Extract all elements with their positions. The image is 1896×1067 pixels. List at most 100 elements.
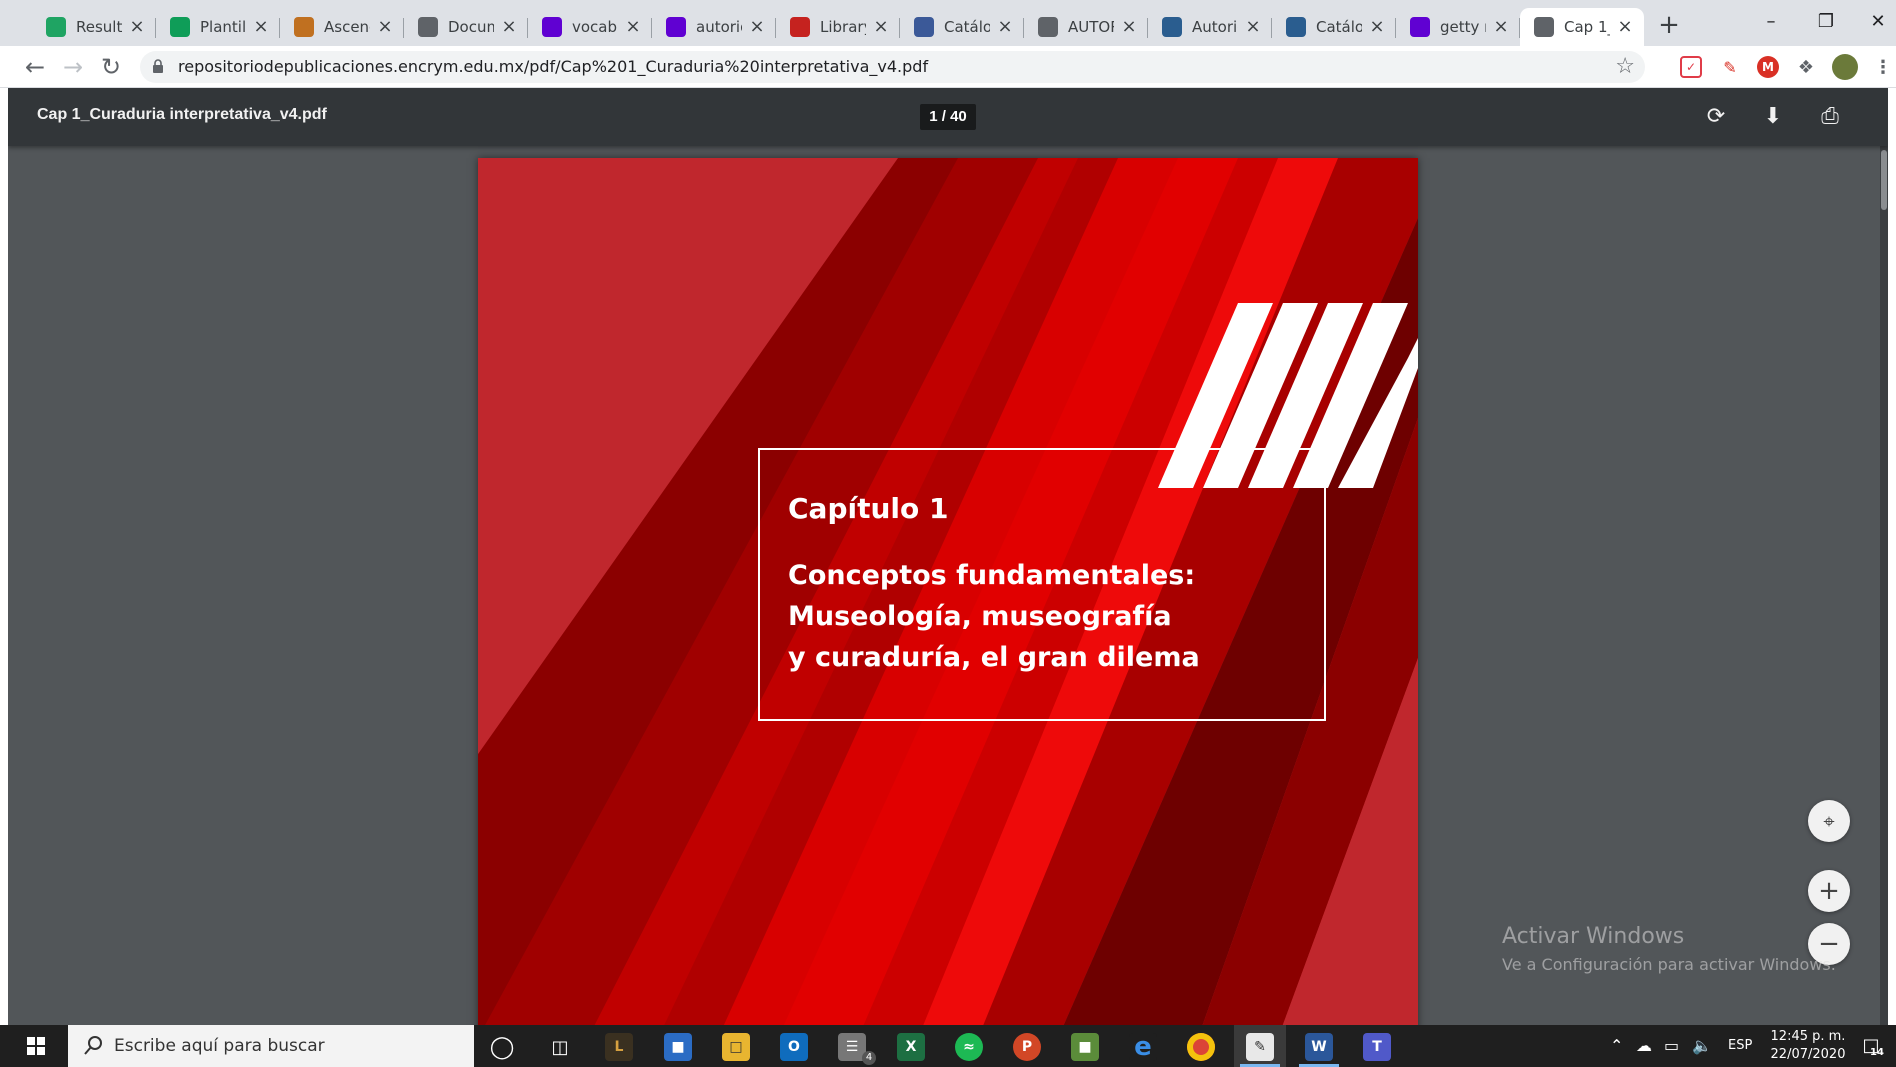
page-indicator[interactable]: 1 / 40 [920,104,976,130]
mega-extension-icon[interactable]: M [1757,56,1779,78]
browser-tab[interactable]: Cap 1_C × [1520,8,1644,46]
browser-tab[interactable]: Library × [776,8,900,46]
browser-tab[interactable]: AUTOR × [1024,8,1148,46]
zoom-in-button[interactable]: + [1808,870,1850,912]
tab-close-icon[interactable]: × [1120,18,1138,36]
pdf-page: Capítulo 1 Conceptos fundamentales: Muse… [478,158,1418,1025]
new-tab-button[interactable]: + [1654,11,1684,41]
tab-close-icon[interactable]: × [500,18,518,36]
pocket-extension-icon[interactable]: ✓ [1680,56,1702,78]
pdf-viewer: Cap 1_Curaduria interpretativa_v4.pdf 1 … [8,88,1888,1025]
address-bar[interactable]: repositoriodepublicaciones.encrym.edu.mx… [140,51,1645,83]
tab-label: Resulta [76,18,122,36]
globe-icon [1534,17,1554,37]
store-icon[interactable]: ■ [664,1033,692,1061]
minimize-button[interactable]: – [1749,6,1793,38]
activate-windows-title: Activar Windows [1502,924,1685,949]
close-window-button[interactable]: ✕ [1856,6,1896,38]
browser-tab[interactable]: Plantilla × [156,8,280,46]
browser-tab[interactable]: Autorid × [1148,8,1272,46]
reload-button[interactable]: ↻ [94,50,128,84]
browser-tab[interactable]: Ascend × [280,8,404,46]
windows-start-icon[interactable] [10,1025,62,1067]
pdf-extension-icon[interactable]: ✎ [1719,56,1741,78]
tab-close-icon[interactable]: × [252,18,270,36]
rotate-icon[interactable]: ⟳ [1701,102,1731,132]
bookmark-star-icon[interactable]: ☆ [1615,53,1635,81]
onedrive-cloud-icon[interactable]: ☁ [1636,1035,1652,1057]
teams-icon[interactable]: T [1363,1033,1391,1061]
chrome-icon[interactable] [1187,1033,1215,1061]
loc-icon [1162,17,1182,37]
excel-icon[interactable]: X [897,1033,925,1061]
word-icon[interactable]: W [1305,1033,1333,1061]
pdf-filename: Cap 1_Curaduria interpretativa_v4.pdf [37,106,327,123]
tab-label: Catálog [944,18,990,36]
tab-close-icon[interactable]: × [996,18,1014,36]
extensions-puzzle-icon[interactable]: ❖ [1795,56,1817,78]
profile-avatar[interactable] [1832,54,1858,80]
tab-label: getty re [1440,18,1486,36]
league-client-icon[interactable]: L [605,1033,633,1061]
restore-button[interactable]: ❐ [1804,6,1848,38]
chapter-title-line: Conceptos fundamentales: [788,560,1196,591]
tray-chevron-up-icon[interactable]: ⌃ [1610,1035,1623,1057]
globe-icon [1038,17,1058,37]
url-text[interactable]: repositoriodepublicaciones.encrym.edu.mx… [178,57,928,76]
scrollbar-thumb[interactable] [1881,150,1887,210]
pdf-toolbar: Cap 1_Curaduria interpretativa_v4.pdf 1 … [8,88,1888,146]
tab-close-icon[interactable]: × [748,18,766,36]
download-icon[interactable]: ⬇ [1758,102,1788,132]
powerpoint-icon[interactable]: P [1013,1033,1041,1061]
system-clock[interactable]: 12:45 p. m. 22/07/2020 [1768,1028,1848,1064]
notepad-icon[interactable]: ✎ [1246,1033,1274,1061]
browser-tab[interactable]: autorid × [652,8,776,46]
cortana-icon[interactable]: ◯ [488,1033,516,1061]
file-explorer-icon[interactable]: □ [722,1033,750,1061]
browser-tab[interactable]: Catálog × [1272,8,1396,46]
menu-kebab-icon[interactable]: ⋮ [1872,56,1894,78]
input-language[interactable]: ESP [1728,1035,1752,1057]
search-placeholder: Escribe aquí para buscar [114,1036,325,1056]
print-icon[interactable]: ⎙ [1815,102,1845,132]
browser-tab[interactable]: Resulta × [32,8,156,46]
scrollbar[interactable] [1880,146,1888,1025]
forward-button[interactable]: → [56,50,90,84]
tab-close-icon[interactable]: × [1616,18,1634,36]
tab-label: vocabul [572,18,618,36]
search-icon [84,1036,102,1055]
spotify-icon[interactable]: ≈ [955,1033,983,1061]
volume-icon[interactable]: 🔈 [1692,1035,1712,1057]
taskbar-search-box[interactable]: Escribe aquí para buscar [68,1025,474,1067]
tab-label: AUTOR [1068,18,1114,36]
network-icon[interactable]: ▭ [1664,1035,1679,1057]
tab-close-icon[interactable]: × [1368,18,1386,36]
tab-close-icon[interactable]: × [872,18,890,36]
library-icon [790,17,810,37]
lock-icon[interactable] [152,59,164,73]
task-view-icon[interactable]: ◫ [546,1033,574,1061]
notification-count: 14 [1870,1047,1884,1058]
minecraft-icon[interactable]: ■ [1071,1033,1099,1061]
tab-close-icon[interactable]: × [1492,18,1510,36]
loc-icon [1286,17,1306,37]
outlook-icon[interactable]: O [780,1033,808,1061]
tab-label: Cap 1_C [1564,18,1610,36]
tab-close-icon[interactable]: × [624,18,642,36]
tab-close-icon[interactable]: × [1244,18,1262,36]
browser-tab[interactable]: vocabul × [528,8,652,46]
browser-tab[interactable]: Docum × [404,8,528,46]
globe-icon [418,17,438,37]
browser-tab[interactable]: getty re × [1396,8,1520,46]
browser-tab[interactable]: Catálog × [900,8,1024,46]
tab-close-icon[interactable]: × [128,18,146,36]
back-button[interactable]: ← [18,50,52,84]
browser-tab-strip: Resulta×Plantilla×Ascend×Docum×vocabul×a… [0,0,1896,46]
google-sheets-icon [170,17,190,37]
chapter-title: Conceptos fundamentales: Museología, mus… [788,555,1200,678]
tab-close-icon[interactable]: × [376,18,394,36]
edge-icon[interactable]: e [1129,1032,1157,1062]
fit-page-button[interactable]: ⌖ [1808,800,1850,842]
chapter-title-line: Museología, museografía [788,601,1172,632]
yahoo-icon [542,17,562,37]
